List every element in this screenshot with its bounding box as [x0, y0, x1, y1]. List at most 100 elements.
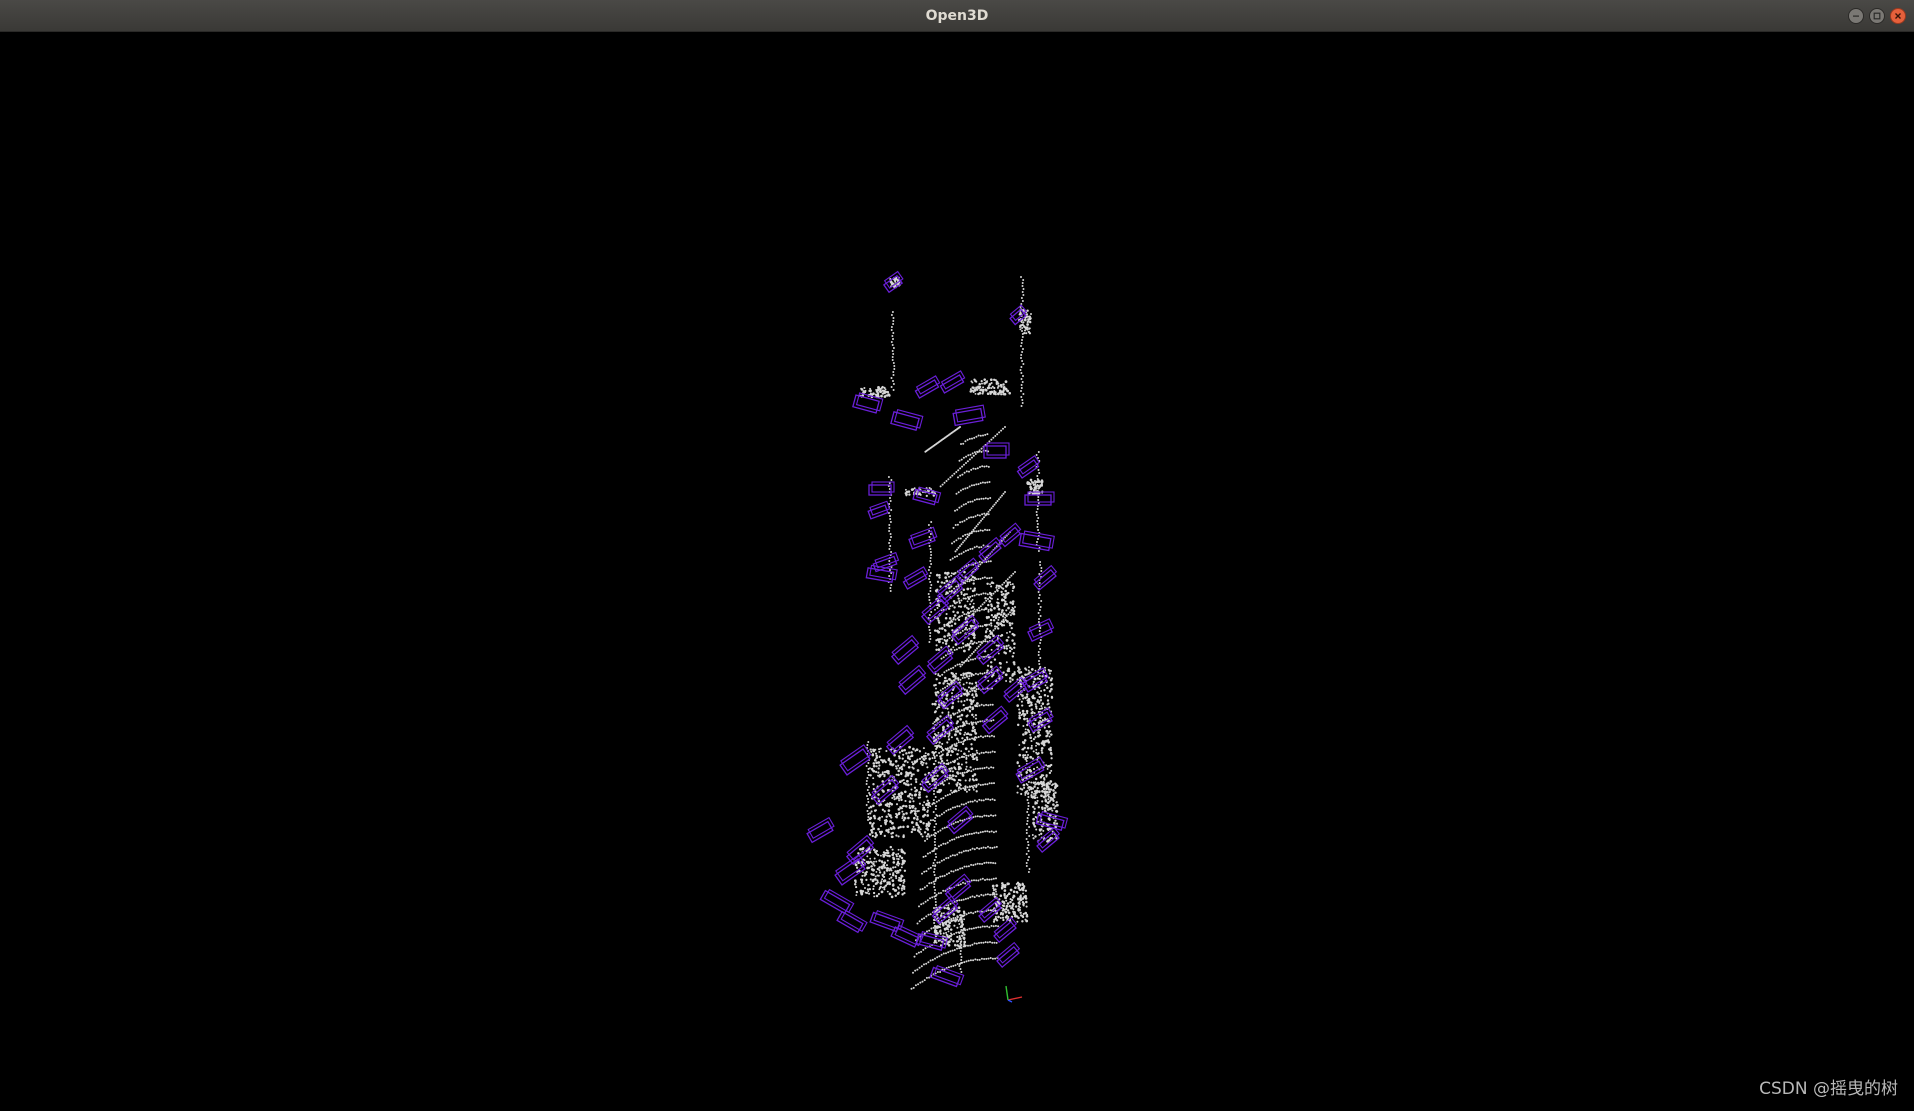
point — [956, 523, 959, 526]
point — [1044, 666, 1046, 669]
point — [867, 890, 870, 893]
point — [895, 773, 898, 776]
point — [882, 875, 886, 879]
point — [959, 678, 962, 681]
point — [1022, 902, 1025, 905]
point — [979, 625, 982, 628]
point — [1022, 294, 1025, 296]
point — [981, 830, 984, 833]
point — [995, 893, 998, 896]
point — [866, 795, 868, 797]
point — [958, 646, 961, 649]
point — [986, 617, 988, 620]
point — [932, 751, 936, 755]
point — [963, 471, 966, 474]
point — [947, 713, 950, 716]
point — [992, 592, 995, 595]
bounding-box — [1018, 530, 1055, 552]
point — [982, 799, 985, 802]
point — [977, 645, 980, 648]
point — [996, 604, 999, 607]
point — [883, 886, 886, 889]
point — [1027, 859, 1029, 861]
point — [902, 804, 905, 808]
point — [989, 608, 993, 612]
point — [1050, 696, 1054, 699]
point — [964, 785, 967, 788]
point — [924, 855, 927, 858]
point — [952, 526, 955, 529]
point — [989, 751, 992, 754]
point — [987, 603, 990, 607]
point — [1030, 746, 1033, 750]
3d-viewport[interactable]: CSDN @摇曳的树 — [0, 32, 1914, 1111]
point — [1048, 672, 1051, 675]
point — [913, 812, 917, 815]
point — [1030, 744, 1033, 747]
point — [1011, 655, 1015, 658]
point — [1022, 756, 1025, 759]
point — [962, 936, 966, 940]
point — [879, 832, 882, 836]
point — [987, 845, 989, 848]
point — [928, 545, 931, 547]
point — [948, 590, 951, 593]
point — [1043, 777, 1046, 780]
point — [931, 702, 934, 706]
point — [1036, 691, 1039, 694]
point — [966, 689, 968, 692]
point — [890, 584, 893, 586]
close-button[interactable] — [1890, 8, 1906, 24]
point — [890, 536, 892, 538]
point — [1048, 690, 1052, 693]
point — [1028, 788, 1031, 791]
minimize-button[interactable] — [1848, 8, 1864, 24]
point — [1021, 399, 1024, 401]
point — [984, 514, 987, 517]
point — [1009, 888, 1013, 892]
point — [882, 879, 886, 883]
point — [982, 941, 985, 944]
point — [977, 434, 980, 437]
point — [910, 751, 913, 754]
point — [916, 815, 919, 818]
point — [933, 721, 936, 723]
point — [1021, 330, 1023, 332]
point — [960, 700, 963, 703]
maximize-button[interactable] — [1869, 8, 1885, 24]
point — [868, 389, 871, 392]
point — [974, 911, 977, 913]
point — [933, 922, 936, 924]
point — [980, 608, 983, 611]
window-titlebar[interactable]: Open3D — [0, 0, 1914, 32]
point — [961, 629, 964, 632]
point — [972, 927, 975, 930]
point — [971, 530, 973, 533]
point — [1038, 667, 1041, 670]
point — [923, 801, 926, 804]
point — [986, 593, 989, 596]
point — [1038, 663, 1041, 665]
point — [959, 467, 962, 470]
point — [950, 624, 953, 627]
point — [1038, 472, 1041, 474]
point — [946, 778, 949, 781]
point — [1046, 686, 1049, 689]
point — [880, 759, 884, 762]
point-cloud-scene[interactable] — [0, 32, 1914, 1111]
point — [987, 465, 990, 468]
point — [999, 622, 1002, 625]
point — [881, 771, 884, 774]
point — [1037, 529, 1040, 531]
point — [900, 848, 903, 852]
point — [979, 482, 982, 485]
point — [945, 952, 947, 955]
point — [1019, 911, 1022, 915]
point — [867, 883, 870, 887]
point — [992, 505, 994, 508]
point — [967, 648, 971, 651]
point — [965, 849, 967, 852]
point — [959, 537, 962, 540]
point — [949, 928, 953, 931]
point — [1042, 780, 1045, 784]
